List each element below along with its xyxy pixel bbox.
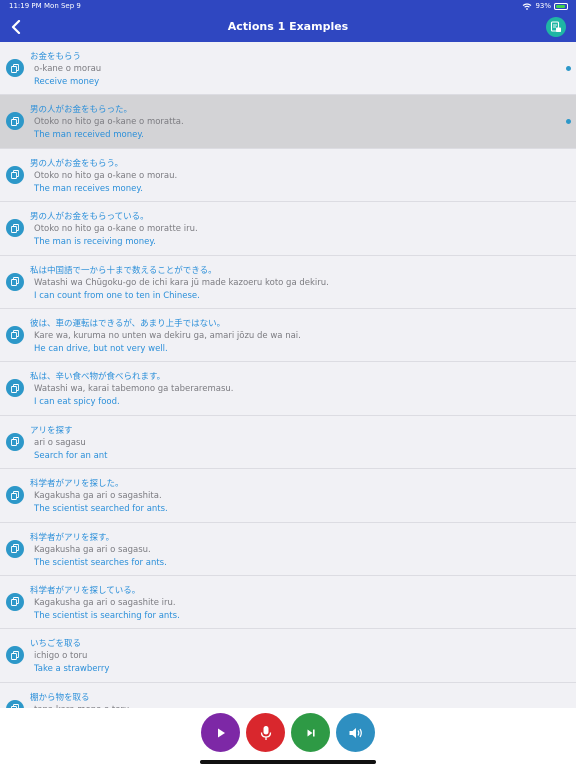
romaji-text: Kagakusha ga ari o sagashita.	[34, 491, 162, 502]
english-text: The scientist searched for ants.	[34, 504, 168, 515]
document-copy-icon[interactable]	[6, 592, 24, 611]
document-copy-icon[interactable]	[6, 59, 24, 77]
document-copy-icon[interactable]	[6, 112, 24, 131]
play-button[interactable]	[201, 713, 240, 752]
romaji-text: Kare wa, kuruma no unten wa dekiru ga, a…	[34, 330, 301, 341]
battery-percent: 93%	[535, 2, 551, 10]
wifi-icon	[523, 2, 532, 10]
japanese-text: 男の人がお金をもらっている。	[30, 212, 149, 223]
header: 11:19 PM Mon Sep 9 93% Actions 1 Example…	[0, 0, 576, 42]
example-row[interactable]: 科学者がアリを探している。 Kagakusha ga ari o sagashit…	[0, 575, 576, 630]
japanese-text: アリを探す	[30, 425, 73, 436]
english-text: The man received money.	[34, 130, 144, 141]
example-row[interactable]: 科学者がアリを探す。 Kagakusha ga ari o sagasu. The …	[0, 522, 576, 576]
progress-dot	[566, 66, 571, 71]
document-copy-icon[interactable]	[6, 165, 24, 184]
english-text: I can count from one to ten in Chinese.	[34, 290, 200, 301]
status-indicators: 93%	[522, 2, 568, 10]
example-row[interactable]: 棚から物を取るtana kara mono o toru	[0, 682, 576, 708]
romaji-text: ichigo o toru	[34, 651, 88, 662]
example-row[interactable]: アリを探す ari o sagasu Search for an ant	[0, 415, 576, 470]
english-text: He can drive, but not very well.	[34, 343, 168, 354]
romaji-text: Watashi wa, karai tabemono ga taberarema…	[34, 384, 234, 395]
home-indicator	[200, 760, 376, 764]
romaji-text: Kagakusha ga ari o sagashite iru.	[34, 597, 176, 608]
document-copy-icon[interactable]	[6, 272, 24, 291]
status-time: 11:19 PM	[9, 2, 42, 10]
document-copy-icon[interactable]	[6, 539, 24, 558]
nav-bar: Actions 1 Examples	[0, 13, 576, 42]
english-text: Take a strawberry	[34, 664, 110, 675]
microphone-icon	[260, 725, 271, 740]
bottom-toolbar	[0, 708, 576, 768]
example-list[interactable]: お金をもらう o-kane o morau Receive money 男の人がお金を…	[0, 42, 576, 708]
skip-next-icon	[307, 729, 315, 736]
example-row[interactable]: 男の人がお金をもらう。 Otoko no hito ga o-kane o mor…	[0, 148, 576, 203]
status-bar: 11:19 PM Mon Sep 9 93%	[0, 0, 576, 13]
next-button[interactable]	[291, 713, 330, 752]
battery-icon	[554, 2, 568, 10]
example-row[interactable]: いちごを取る ichigo o toru Take a strawberry	[0, 629, 576, 683]
english-text: The scientist is searching for ants.	[34, 610, 180, 621]
example-row[interactable]: 私は中国語で一から十まで数えることができる。 Watashi wa Chūgoku…	[0, 255, 576, 309]
romaji-text: Otoko no hito ga o-kane o moratte iru.	[34, 224, 198, 235]
document-copy-icon[interactable]	[6, 486, 24, 505]
japanese-text: 科学者がアリを探している。	[30, 585, 141, 596]
romaji-text: ari o sagasu	[34, 437, 86, 448]
english-text: Search for an ant	[34, 450, 108, 461]
romaji-text: Otoko no hito ga o-kane o morau.	[34, 170, 178, 181]
play-icon	[217, 728, 225, 737]
japanese-text: 私は、辛い食べ物が食べられます。	[30, 372, 166, 383]
romaji-text: Kagakusha ga ari o sagasu.	[34, 544, 151, 555]
document-copy-icon[interactable]	[6, 699, 24, 708]
japanese-text: 棚から物を取る	[30, 692, 90, 703]
romaji-text: Watashi wa Chūgoku-go de ichi kara jū ma…	[34, 277, 329, 288]
speaker-button[interactable]	[336, 713, 375, 752]
example-row[interactable]: 彼は、車の運転はできるが、あまり上手ではない。 Kare wa, kuruma n…	[0, 308, 576, 363]
romaji-text: Otoko no hito ga o-kane o moratta.	[34, 117, 184, 128]
example-row[interactable]: 男の人がお金をもらった。 Otoko no hito ga o-kane o mo…	[0, 95, 576, 149]
example-row[interactable]: 科学者がアリを探した。 Kagakusha ga ari o sagashita.…	[0, 469, 576, 523]
japanese-text: 私は中国語で一から十まで数えることができる。	[30, 265, 217, 276]
japanese-text: 科学者がアリを探した。	[30, 479, 124, 490]
japanese-text: 彼は、車の運転はできるが、あまり上手ではない。	[30, 318, 226, 329]
english-text: I can eat spicy food.	[34, 397, 120, 408]
japanese-text: お金をもらう	[30, 52, 82, 62]
english-text: Receive money	[34, 77, 100, 87]
status-date: Mon Sep 9	[44, 2, 81, 10]
app-screen: 11:19 PM Mon Sep 9 93% Actions 1 Example…	[0, 0, 576, 768]
document-export-icon	[550, 21, 561, 32]
example-row[interactable]: 男の人がお金をもらっている。 Otoko no hito ga o-kane o …	[0, 202, 576, 256]
progress-dot	[566, 119, 571, 125]
document-copy-icon[interactable]	[6, 219, 24, 238]
japanese-text: 男の人がお金をもらった。	[30, 105, 133, 116]
japanese-text: 科学者がアリを探す。	[30, 532, 115, 543]
document-copy-icon[interactable]	[6, 379, 24, 398]
export-button[interactable]	[546, 17, 566, 37]
speaker-icon	[349, 727, 362, 738]
english-text: The man receives money.	[34, 183, 143, 194]
japanese-text: いちごを取る	[30, 639, 82, 650]
document-copy-icon[interactable]	[6, 432, 24, 451]
document-copy-icon[interactable]	[6, 325, 24, 344]
document-copy-icon[interactable]	[6, 646, 24, 665]
battery-fill	[556, 4, 566, 8]
english-text: The scientist searches for ants.	[34, 557, 167, 568]
english-text: The man is receiving money.	[34, 237, 156, 248]
mic-button[interactable]	[246, 713, 285, 752]
example-row[interactable]: お金をもらう o-kane o morau Receive money	[0, 42, 576, 96]
romaji-text: o-kane o morau	[34, 64, 102, 74]
example-row[interactable]: 私は、辛い食べ物が食べられます。 Watashi wa, karai tabemo…	[0, 362, 576, 416]
japanese-text: 男の人がお金をもらう。	[30, 158, 123, 169]
page-title: Actions 1 Examples	[227, 20, 349, 33]
